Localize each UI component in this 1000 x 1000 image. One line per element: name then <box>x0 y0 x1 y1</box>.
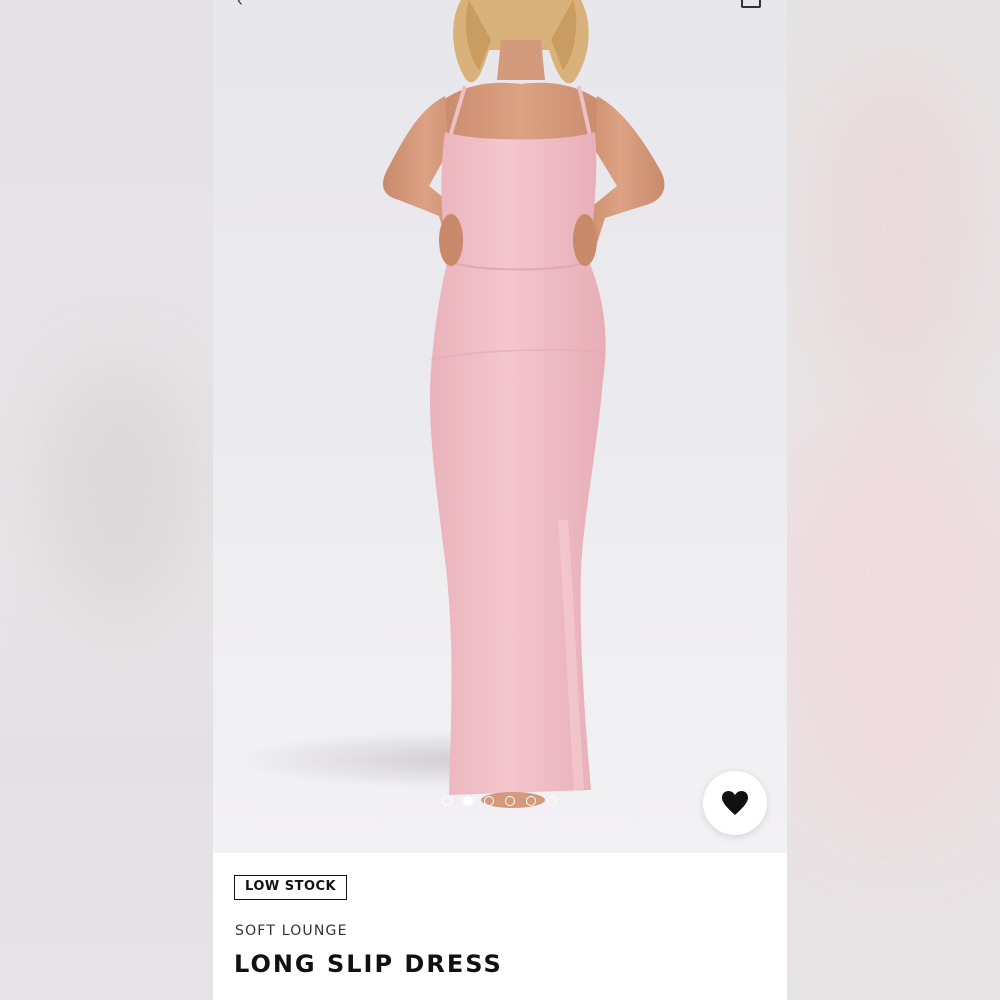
background-blur-right <box>787 0 1000 1000</box>
carousel-dot-active[interactable] <box>463 796 473 806</box>
carousel-dot[interactable] <box>442 796 452 806</box>
carousel-dot[interactable] <box>526 796 536 806</box>
product-screen: ‹ LOW STOCK SOFT LOUNGE LONG SLIP DRESS <box>213 0 787 1000</box>
carousel-dot[interactable] <box>484 796 494 806</box>
brand-name[interactable]: SOFT LOUNGE <box>235 923 348 939</box>
heart-icon <box>722 791 748 815</box>
product-title: LONG SLIP DRESS <box>234 950 503 978</box>
carousel-dot[interactable] <box>547 796 557 806</box>
favorite-button[interactable] <box>703 771 767 835</box>
image-carousel-dots[interactable] <box>442 795 557 807</box>
background-blur-left <box>0 0 213 1000</box>
product-info: LOW STOCK SOFT LOUNGE LONG SLIP DRESS <box>213 853 787 1000</box>
carousel-dot[interactable] <box>505 796 515 806</box>
product-image[interactable]: ‹ <box>213 0 787 853</box>
stock-badge: LOW STOCK <box>234 875 348 900</box>
